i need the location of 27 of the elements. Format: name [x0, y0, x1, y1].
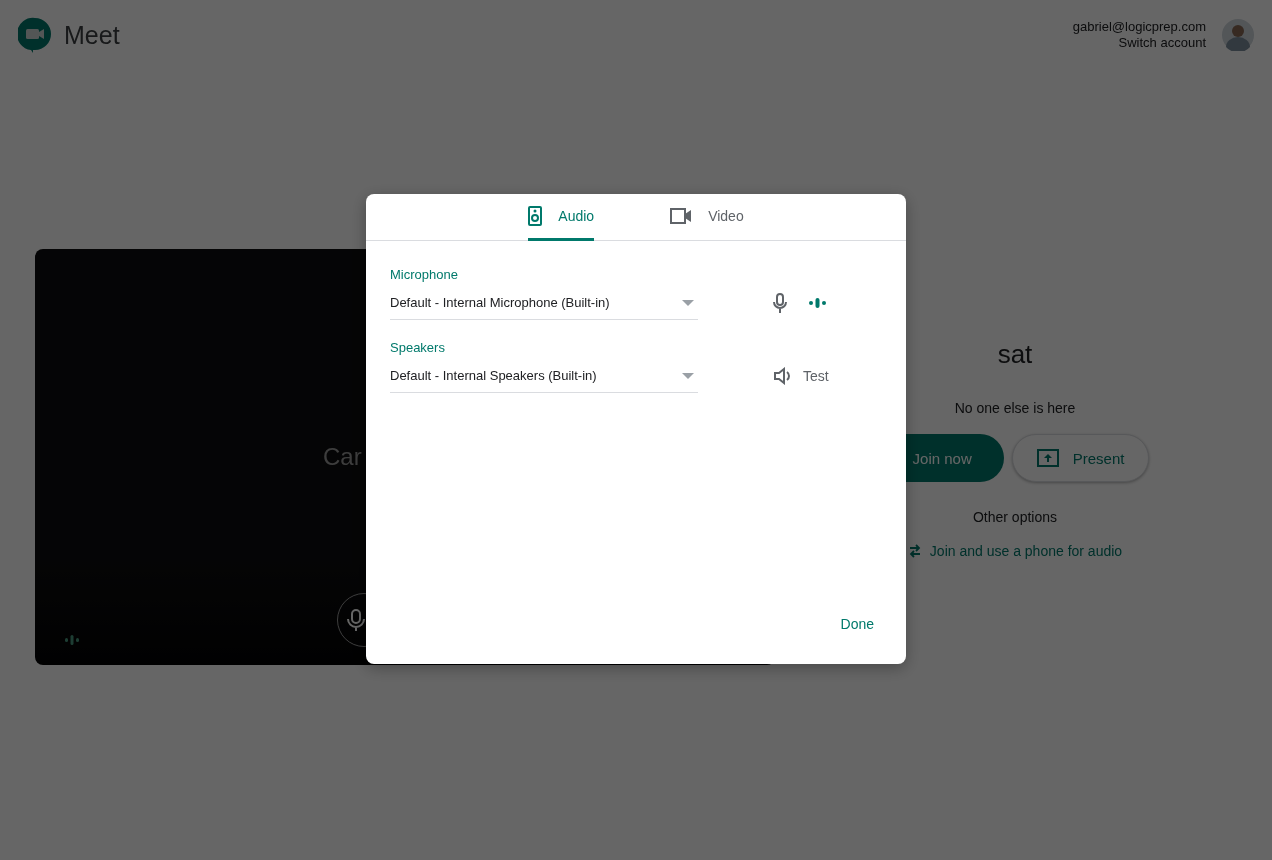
meeting-status: No one else is here [954, 400, 1076, 416]
microphone-icon [773, 293, 787, 313]
avatar-icon[interactable] [1222, 19, 1254, 51]
dropdown-caret-icon [682, 372, 694, 379]
dropdown-caret-icon [682, 299, 694, 306]
audio-level-icon [65, 635, 79, 645]
device-label: Speakers [390, 340, 446, 355]
video-camera-icon [670, 208, 693, 224]
switch-account-link[interactable]: Switch account [1072, 35, 1206, 51]
other-options-heading: Other options [972, 509, 1058, 525]
product-name: Meet [64, 20, 120, 50]
meeting-title: sat [997, 339, 1033, 370]
audio-level-icon [809, 298, 826, 308]
camera-status-text: Car [323, 443, 362, 471]
done-button[interactable]: Done [832, 608, 882, 640]
present-screen-icon [1036, 449, 1059, 467]
settings-tab[interactable]: Audio [528, 194, 595, 241]
test-speakers-button[interactable]: Test [803, 368, 829, 384]
device-label: Microphone [390, 267, 459, 282]
device-dropdown[interactable]: Default - Internal Microphone (Built-in) [390, 286, 698, 320]
meet-logo-icon [18, 17, 52, 53]
phone-swap-icon [907, 544, 922, 558]
account-email: gabriel@logicprep.com [1072, 19, 1206, 35]
settings-tab[interactable]: Video [670, 194, 744, 241]
device-dropdown[interactable]: Default - Internal Speakers (Built-in) [390, 359, 698, 393]
speaker-icon [528, 206, 543, 226]
volume-icon [773, 367, 793, 385]
